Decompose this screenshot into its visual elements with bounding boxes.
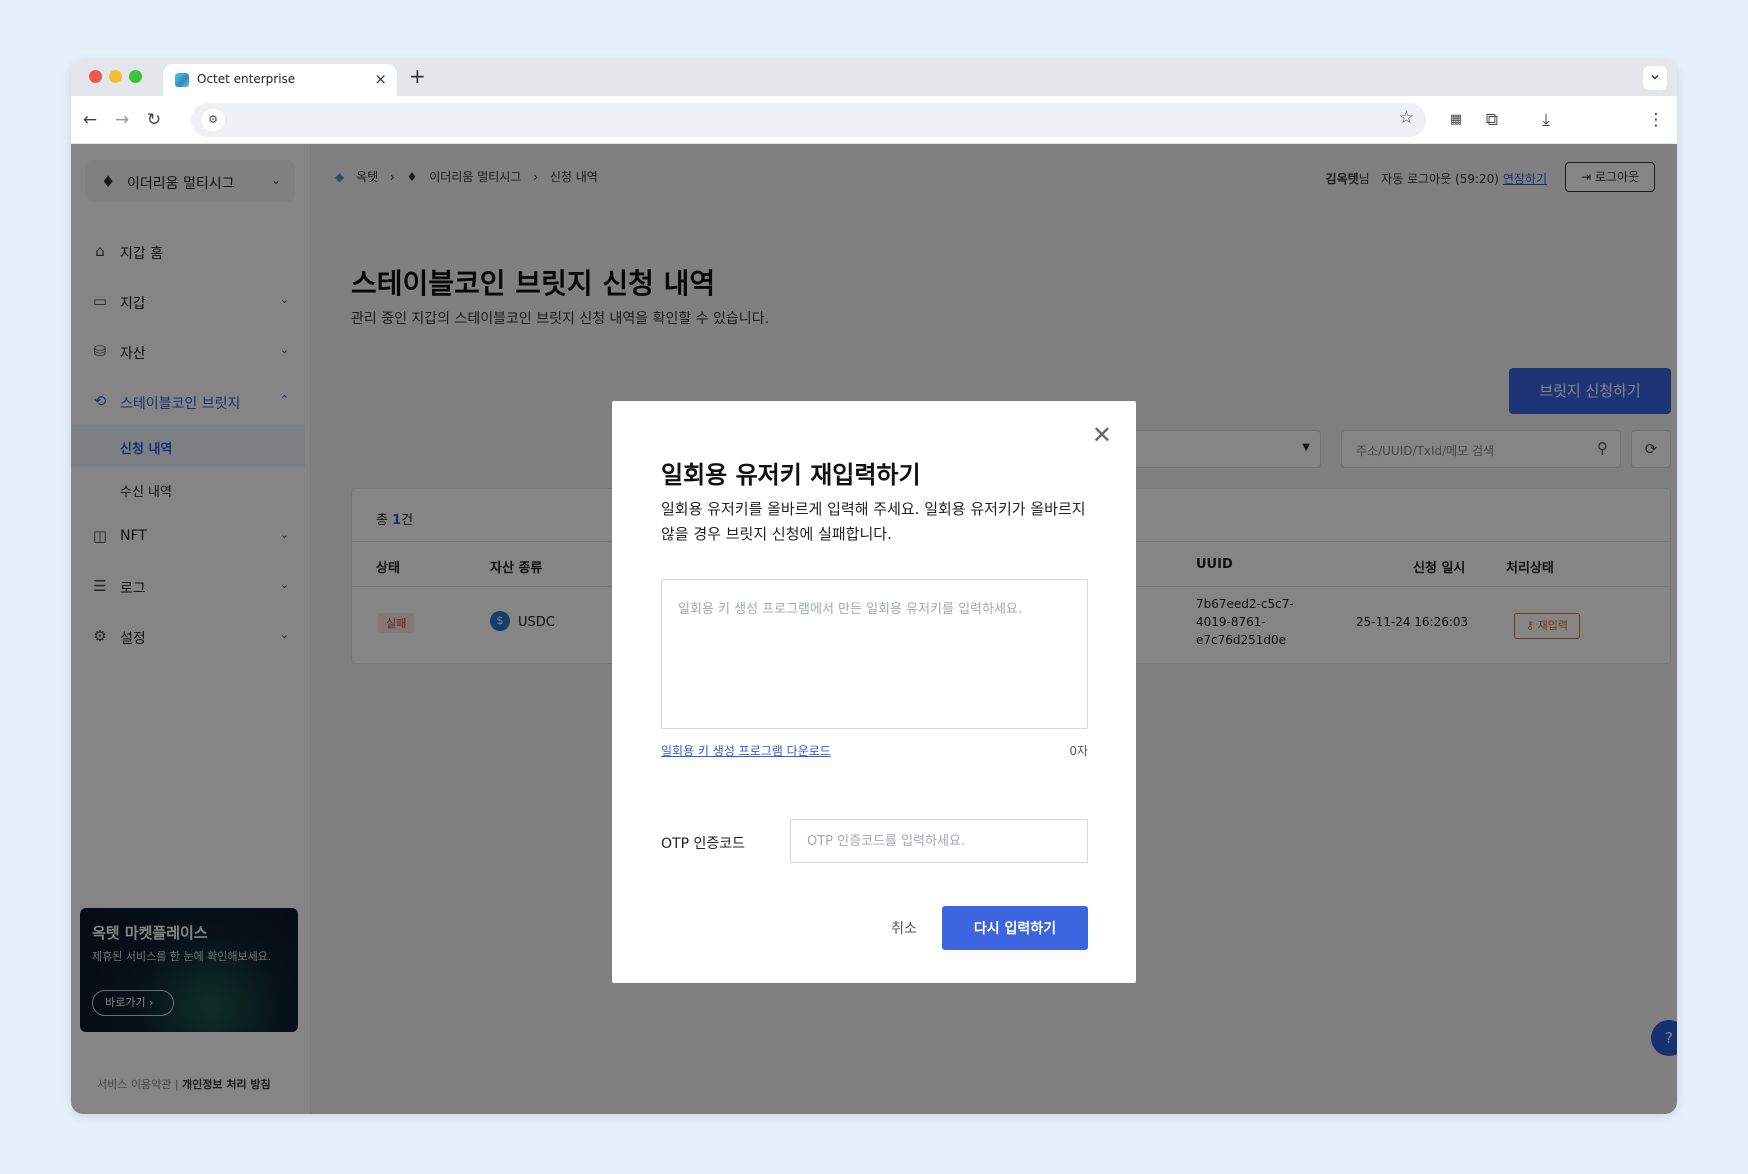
back-icon[interactable]: ← <box>77 107 103 133</box>
close-icon[interactable]: ✕ <box>1092 423 1112 447</box>
reenter-button[interactable]: 다시 입력하기 <box>942 906 1088 950</box>
bookmark-star-icon[interactable]: ☆ <box>1399 108 1414 128</box>
modal-title: 일회용 유저키 재입력하기 <box>661 461 921 489</box>
tab-bar: Octet enterprise × + <box>71 60 1677 96</box>
download-icon[interactable]: ⤓ <box>1533 107 1559 133</box>
new-tab-button[interactable]: + <box>409 64 426 88</box>
cancel-button[interactable]: 취소 <box>874 906 934 950</box>
reload-icon[interactable]: ↻ <box>141 107 167 133</box>
userkey-textarea[interactable] <box>661 579 1088 729</box>
maximize-window-button[interactable] <box>129 70 142 83</box>
otp-input[interactable] <box>790 819 1088 863</box>
extensions-icon[interactable]: ⧉ <box>1479 107 1505 133</box>
forward-icon[interactable]: → <box>109 107 135 133</box>
otp-label: OTP 인증코드 <box>661 836 745 852</box>
minimize-window-button[interactable] <box>109 70 122 83</box>
browser-tab[interactable]: Octet enterprise × <box>163 64 397 96</box>
close-window-button[interactable] <box>89 70 102 83</box>
browser-window: Octet enterprise × + ← → ↻ ⚙ ☆ ▦ ⧉ ⤓ ⋮ ♦… <box>71 60 1677 1114</box>
tab-search-chevron-icon[interactable] <box>1643 66 1667 90</box>
browser-toolbar: ← → ↻ ⚙ ☆ ▦ ⧉ ⤓ ⋮ <box>71 96 1677 144</box>
browser-menu-icon[interactable]: ⋮ <box>1643 107 1669 133</box>
reinput-userkey-modal: ✕ 일회용 유저키 재입력하기 일회용 유저키를 올바르게 입력해 주세요. 일… <box>612 401 1136 983</box>
download-keygen-link[interactable]: 일회용 키 생성 프로그램 다운로드 <box>661 742 831 759</box>
tab-close-icon[interactable]: × <box>374 70 387 88</box>
address-bar[interactable]: ⚙ ☆ <box>191 103 1426 137</box>
char-count: 0자 <box>1069 744 1088 758</box>
octet-favicon-icon <box>175 73 189 87</box>
app-area: ♦ 이더리움 멀티시그 ⌄ ⌂ 지갑 홈 ▭ 지갑 ⌄ ⛁ 자산 ⌄ ⟲ 스테이… <box>71 144 1677 1114</box>
tab-title: Octet enterprise <box>197 72 296 86</box>
qr-code-icon[interactable]: ▦ <box>1443 107 1469 133</box>
site-settings-icon[interactable]: ⚙ <box>201 109 225 131</box>
modal-description: 일회용 유저키를 올바르게 입력해 주세요. 일회용 유저키가 올바르지 않을 … <box>661 500 1086 543</box>
